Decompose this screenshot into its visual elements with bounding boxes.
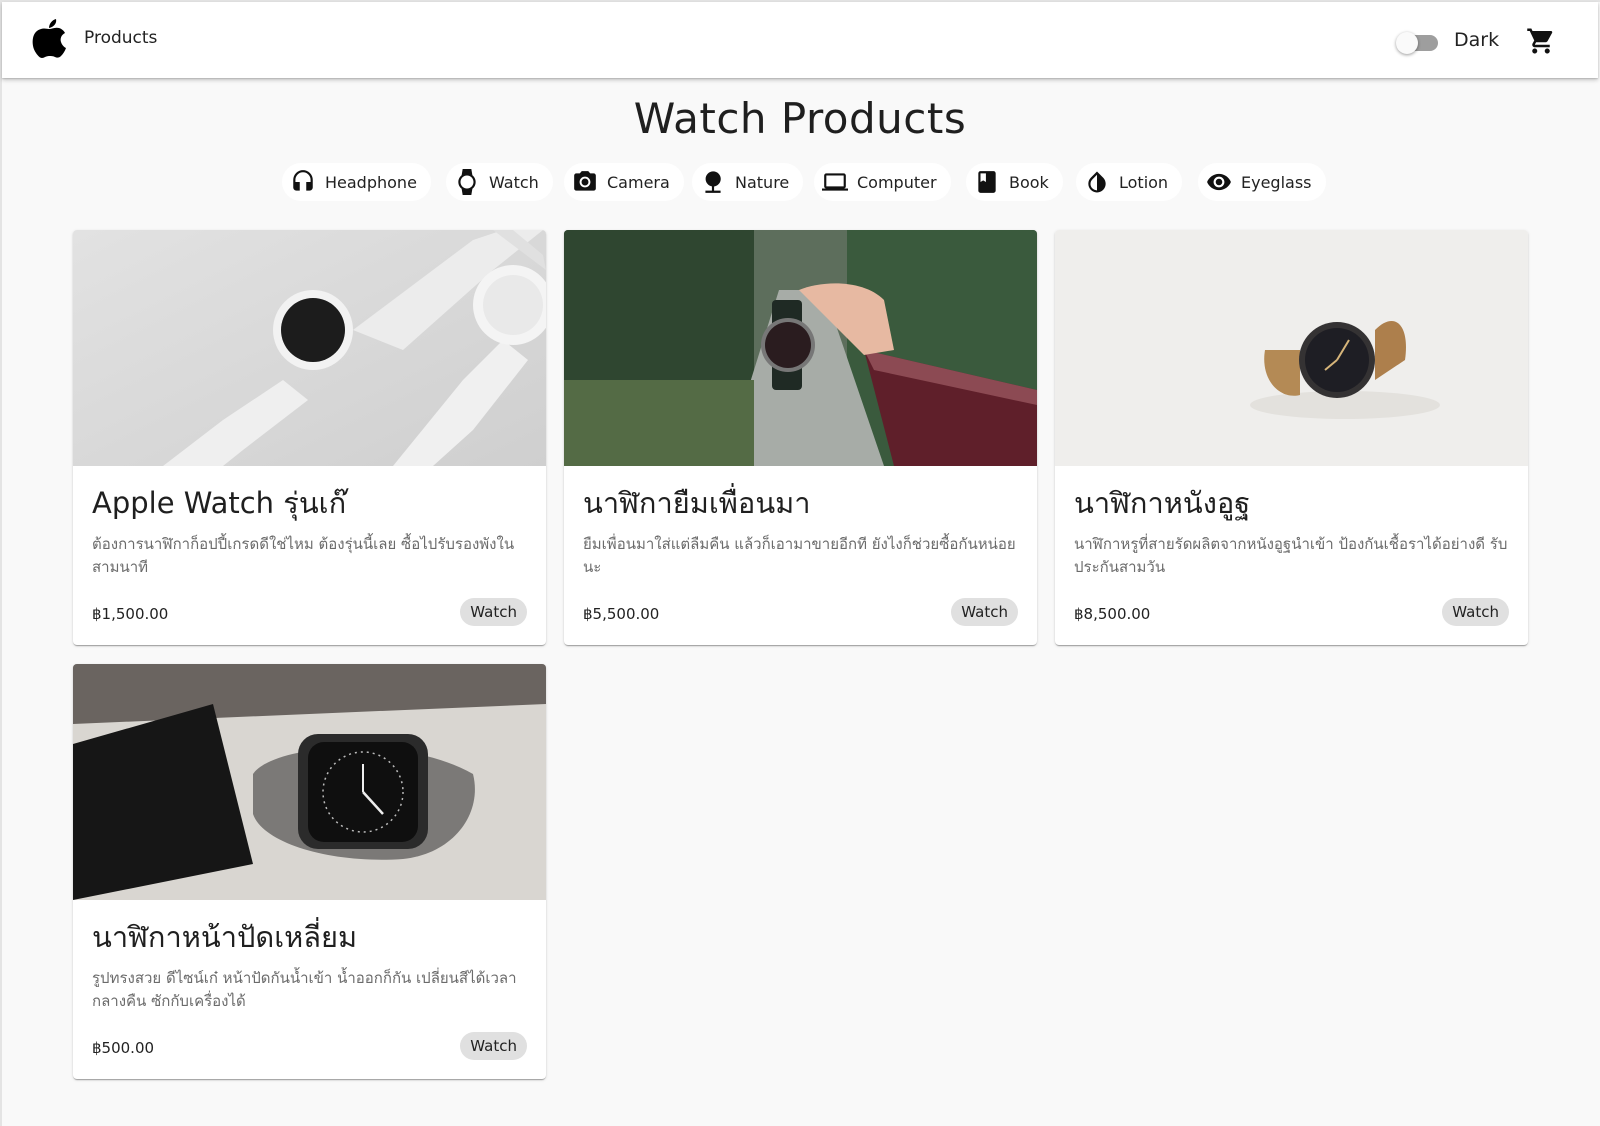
product-title: นาฬิกาหนังอูฐ <box>1074 486 1251 520</box>
toggle-thumb[interactable] <box>1396 32 1418 54</box>
product-description: ต้องการนาฬิกาก็อปปี้เกรดดีใช่ไหม ต้องรุ่… <box>92 535 515 576</box>
product-category-tag[interactable]: Watch <box>951 598 1018 626</box>
product-price: ฿500.00 <box>92 1039 155 1057</box>
product-price: ฿8,500.00 <box>1074 605 1151 623</box>
category-chip-headphone[interactable]: Headphone <box>282 163 431 201</box>
lotion-icon <box>1088 171 1106 193</box>
page-title: Watch Products <box>633 94 967 143</box>
product-title: Apple Watch รุ่นเก๊ <box>92 486 347 520</box>
apple-logo-icon[interactable] <box>32 18 66 58</box>
app-bar: Products Dark <box>2 2 1598 78</box>
nature-icon <box>705 171 721 193</box>
category-label: Book <box>1009 172 1049 192</box>
category-label: Computer <box>857 172 937 192</box>
product-image <box>564 230 1037 466</box>
product-card[interactable]: Apple Watch รุ่นเก๊ ต้องการนาฬิกาก็อปปี้… <box>73 230 546 645</box>
product-card[interactable]: นาฬิกายืมเพื่อนมา ยืมเพื่อนมาใส่แต่ลืมคื… <box>564 230 1037 645</box>
product-card[interactable]: นาฬิกาหนังอูฐ นาฬิกาหรูที่สายรัดผลิตจากห… <box>1055 230 1528 645</box>
category-chip-lotion[interactable]: Lotion <box>1076 163 1183 201</box>
product-description: นาฬิกาหรูที่สายรัดผลิตจากหนังอูฐนำเข้า ป… <box>1074 535 1508 576</box>
product-description: รูปทรงสวย ดีไซน์เก๋ หน้าปัดกันน้ำเข้า น้… <box>92 969 517 1010</box>
product-description: ยืมเพื่อนมาใส่แต่ลืมคืน แล้วก็เอามาขายอี… <box>583 535 1016 576</box>
product-category-tag[interactable]: Watch <box>460 598 527 626</box>
category-label: Lotion <box>1119 172 1169 192</box>
category-label: Watch <box>489 172 539 192</box>
category-bar: Headphone Watch Camera Nature Computer B… <box>0 163 1600 201</box>
category-label: Eyeglass <box>1241 172 1312 192</box>
product-price: ฿1,500.00 <box>92 605 169 623</box>
product-category-tag[interactable]: Watch <box>1442 598 1509 626</box>
shopping-cart-icon[interactable] <box>1526 26 1556 56</box>
category-chip-watch[interactable]: Watch <box>446 163 553 201</box>
watch-icon <box>458 169 476 195</box>
category-chip-nature[interactable]: Nature <box>692 163 804 201</box>
dark-mode-toggle[interactable] <box>1396 32 1440 54</box>
product-image <box>73 664 546 900</box>
product-card[interactable]: นาฬิกาหน้าปัดเหลี่ยม รูปทรงสวย ดีไซน์เก๋… <box>73 664 546 1079</box>
product-image <box>1055 230 1528 466</box>
camera-icon <box>574 171 596 191</box>
product-title: นาฬิกายืมเพื่อนมา <box>583 486 811 520</box>
category-label: Headphone <box>325 172 417 192</box>
category-chip-eyeglass[interactable]: Eyeglass <box>1198 163 1326 201</box>
category-label: Camera <box>607 172 670 192</box>
brand-label[interactable]: Products <box>84 28 157 48</box>
product-price: ฿5,500.00 <box>583 605 660 623</box>
book-icon <box>978 171 996 193</box>
product-title: นาฬิกาหน้าปัดเหลี่ยม <box>92 920 358 954</box>
computer-icon <box>822 173 848 191</box>
product-category-tag[interactable]: Watch <box>460 1032 527 1060</box>
category-chip-camera[interactable]: Camera <box>564 163 684 201</box>
category-label: Nature <box>735 172 790 192</box>
category-chip-computer[interactable]: Computer <box>814 163 951 201</box>
headphone-icon <box>293 170 313 191</box>
dark-mode-label: Dark <box>1454 29 1500 51</box>
product-image <box>73 230 546 466</box>
eyeglass-icon <box>1207 173 1231 191</box>
category-chip-book[interactable]: Book <box>966 163 1063 201</box>
